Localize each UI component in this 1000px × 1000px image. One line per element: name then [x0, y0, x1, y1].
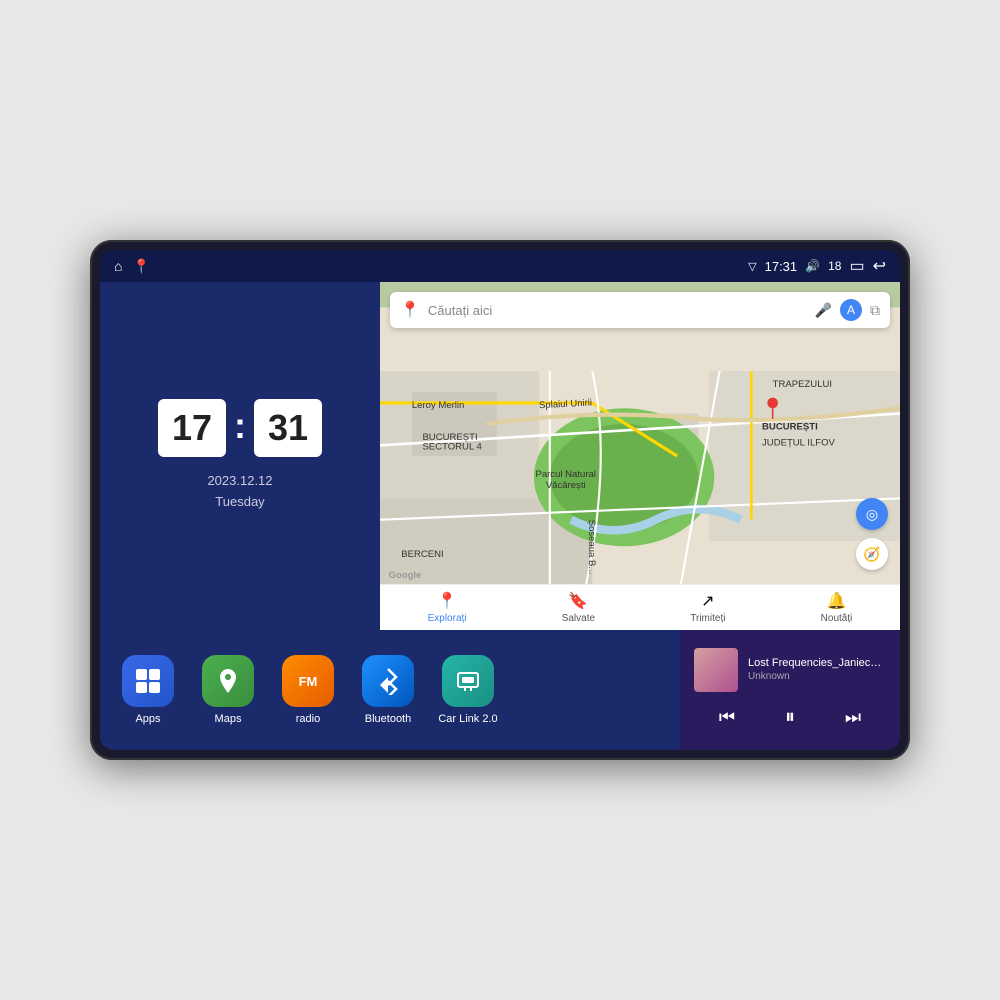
map-panel[interactable]: BUCUREȘTI JUDEȚUL ILFOV BERCENI TRAPEZUL… [380, 282, 900, 630]
map-nav-updates[interactable]: 🔔 Noutăți [821, 591, 853, 624]
svg-text:Șoseaua B...: Șoseaua B... [586, 520, 597, 575]
apps-row: Apps Maps FM radio [100, 630, 680, 750]
music-title: Lost Frequencies_Janieck Devy-... [748, 657, 886, 669]
map-layers-icon[interactable]: ⧉ [870, 302, 880, 319]
map-compass[interactable]: 🧭 [856, 538, 888, 570]
svg-text:BUCUREȘTI: BUCUREȘTI [762, 421, 818, 432]
map-search-input[interactable]: Căutați aici [428, 303, 807, 318]
app-item-carlink[interactable]: Car Link 2.0 [436, 655, 500, 725]
svg-text:Leroy Merlin: Leroy Merlin [412, 400, 465, 411]
app-item-apps[interactable]: Apps [116, 655, 180, 725]
map-nav-bar: 📍 Explorați 🔖 Salvate ↗ Trimiteți 🔔 [380, 584, 900, 630]
main-content: 17 : 31 2023.12.12 Tuesday [100, 282, 900, 750]
share-label: Trimiteți [690, 613, 725, 624]
top-section: 17 : 31 2023.12.12 Tuesday [100, 282, 900, 630]
share-icon: ↗ [701, 591, 714, 611]
back-icon[interactable]: ↩ [873, 256, 886, 276]
maps-label: Maps [215, 713, 242, 725]
clock-date: 2023.12.12 Tuesday [207, 471, 272, 513]
map-nav-share[interactable]: ↗ Trimiteți [690, 591, 725, 624]
status-bar: ⌂ 📍 ▽ 17:31 🔊 18 ▭ ↩ [100, 250, 900, 282]
screen: ⌂ 📍 ▽ 17:31 🔊 18 ▭ ↩ 17 : [100, 250, 900, 750]
battery-level: 18 [828, 259, 841, 273]
radio-icon: FM [282, 655, 334, 707]
svg-text:Văcărești: Văcărești [546, 480, 586, 491]
next-button[interactable]: ⏭ [837, 703, 869, 732]
music-details: Lost Frequencies_Janieck Devy-... Unknow… [748, 657, 886, 682]
radio-label: radio [296, 713, 320, 725]
explore-label: Explorați [428, 613, 467, 624]
app-item-radio[interactable]: FM radio [276, 655, 340, 725]
music-controls: ⏮ ⏸ ⏭ [694, 702, 886, 733]
updates-label: Noutăți [821, 613, 853, 624]
map-svg: BUCUREȘTI JUDEȚUL ILFOV BERCENI TRAPEZUL… [380, 282, 900, 630]
car-display-device: ⌂ 📍 ▽ 17:31 🔊 18 ▭ ↩ 17 : [90, 240, 910, 760]
app-item-bluetooth[interactable]: Bluetooth [356, 655, 420, 725]
clock-colon: : [234, 405, 246, 447]
updates-icon: 🔔 [827, 591, 847, 611]
bottom-section: Apps Maps FM radio [100, 630, 900, 750]
battery-icon: ▭ [849, 256, 864, 276]
status-right: ▽ 17:31 🔊 18 ▭ ↩ [748, 256, 886, 276]
carlink-label: Car Link 2.0 [438, 713, 497, 725]
map-nav-explore[interactable]: 📍 Explorați [428, 591, 467, 624]
play-pause-button[interactable]: ⏸ [777, 702, 803, 733]
apps-icon [122, 655, 174, 707]
volume-icon: 🔊 [805, 259, 820, 273]
clock-minute: 31 [254, 399, 322, 457]
apps-label: Apps [135, 713, 160, 725]
bluetooth-icon [362, 655, 414, 707]
clock-display: 17 : 31 [158, 399, 322, 457]
app-item-maps[interactable]: Maps [196, 655, 260, 725]
svg-text:TRAPEZULUI: TRAPEZULUI [773, 379, 832, 390]
saved-label: Salvate [562, 613, 595, 624]
home-icon[interactable]: ⌂ [114, 258, 122, 274]
status-left: ⌂ 📍 [114, 258, 150, 275]
clock-panel: 17 : 31 2023.12.12 Tuesday [100, 282, 380, 630]
clock-hour: 17 [158, 399, 226, 457]
music-player: Lost Frequencies_Janieck Devy-... Unknow… [680, 630, 900, 750]
bluetooth-label: Bluetooth [365, 713, 411, 725]
map-mic-icon[interactable]: 🎤 [815, 302, 832, 319]
map-location-button[interactable]: ◎ [856, 498, 888, 530]
map-pin-icon: 📍 [400, 300, 420, 320]
explore-icon: 📍 [437, 591, 457, 611]
prev-button[interactable]: ⏮ [711, 703, 743, 732]
svg-text:Google: Google [388, 570, 421, 581]
carlink-icon [442, 655, 494, 707]
saved-icon: 🔖 [568, 591, 588, 611]
maps-nav-icon[interactable]: 📍 [132, 258, 149, 275]
svg-text:BERCENI: BERCENI [401, 549, 443, 560]
music-artist: Unknown [748, 671, 886, 682]
status-time: 17:31 [765, 259, 798, 274]
music-info: Lost Frequencies_Janieck Devy-... Unknow… [694, 648, 886, 692]
svg-text:SECTORUL 4: SECTORUL 4 [422, 442, 482, 453]
music-thumb-image [694, 648, 738, 692]
map-nav-saved[interactable]: 🔖 Salvate [562, 591, 595, 624]
map-search-bar[interactable]: 📍 Căutați aici 🎤 A ⧉ [390, 292, 890, 328]
svg-text:Parcul Natural: Parcul Natural [535, 469, 596, 480]
map-account-icon[interactable]: A [840, 299, 862, 321]
music-thumbnail [694, 648, 738, 692]
svg-text:JUDEȚUL ILFOV: JUDEȚUL ILFOV [762, 437, 835, 448]
maps-icon [202, 655, 254, 707]
signal-icon: ▽ [748, 260, 756, 273]
